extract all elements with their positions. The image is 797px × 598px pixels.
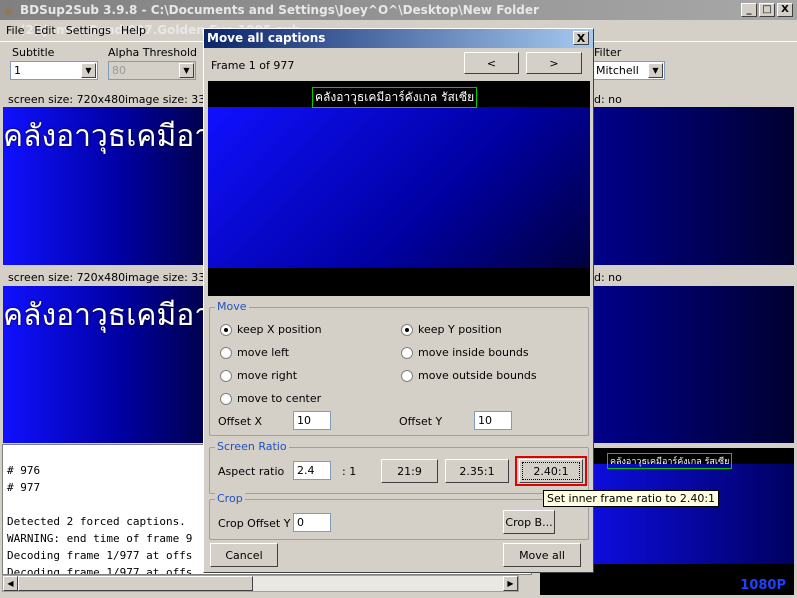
screen-ratio-group: Screen Ratio Aspect ratio 2.4 : 1 21:9 2… <box>209 440 589 494</box>
dialog-preview: คลังอาวุธเคมีอาร์คังเกล รัสเซีย <box>208 81 590 296</box>
menu-help[interactable]: Help <box>121 24 146 37</box>
subtitle-value: 1 <box>14 64 21 77</box>
dialog-close-button[interactable]: X <box>573 31 589 45</box>
radio-dot[interactable] <box>401 346 413 359</box>
radio-dot[interactable] <box>220 369 232 382</box>
horizontal-scrollbar[interactable]: ◀ ▶ <box>2 575 519 592</box>
previous-frame-button[interactable]: < <box>464 52 519 74</box>
aspect-ratio-label: Aspect ratio <box>218 465 285 478</box>
dialog-title: Move all captions <box>204 29 593 48</box>
filter-value: Mitchell <box>596 64 639 77</box>
radio-label: move to center <box>237 392 322 405</box>
target-preview: คลังอาวุธเคมีอาร์ค <box>3 286 203 443</box>
menu-file[interactable]: File <box>6 24 24 37</box>
cancel-button[interactable]: Cancel <box>210 543 278 567</box>
radio-dot[interactable] <box>401 369 413 382</box>
radio-keep-y[interactable]: keep Y position <box>401 323 502 336</box>
source-preview: คลังอาวุธเคมีอาร์ค <box>3 107 203 265</box>
filter-combo[interactable]: Mitchell ▼ <box>592 61 665 80</box>
alpha-label: Alpha Threshold <box>108 46 197 59</box>
radio-move-outside[interactable]: move outside bounds <box>401 369 537 382</box>
maximize-button[interactable]: □ <box>759 3 775 17</box>
close-button[interactable]: X <box>777 3 793 17</box>
menu-edit[interactable]: Edit <box>34 24 55 37</box>
move-group: Move keep X position move left move righ… <box>209 300 589 436</box>
next-frame-button[interactable]: > <box>526 52 582 74</box>
ratio-2-40-button[interactable]: 2.40:1 <box>519 459 583 483</box>
subtitle-combo[interactable]: 1 ▼ <box>10 61 98 80</box>
aspect-ratio-input[interactable]: 2.4 <box>293 461 331 480</box>
forced-2: d: no <box>594 271 622 284</box>
ratio-21-9-button[interactable]: 21:9 <box>381 459 438 483</box>
minimize-button[interactable]: _ <box>741 3 757 17</box>
offset-y-label: Offset Y <box>399 415 443 428</box>
alpha-combo[interactable]: 80 ▼ <box>108 61 196 80</box>
crop-offset-input[interactable]: 0 <box>293 513 331 532</box>
crop-group: Crop Crop Offset Y 0 Crop B... <box>209 492 589 540</box>
radio-move-left[interactable]: move left <box>220 346 289 359</box>
radio-label: keep Y position <box>418 323 502 336</box>
radio-move-right[interactable]: move right <box>220 369 297 382</box>
radio-move-center[interactable]: move to center <box>220 392 321 405</box>
radio-move-inside[interactable]: move inside bounds <box>401 346 529 359</box>
target-preview-right <box>593 286 794 443</box>
forced-1: d: no <box>594 93 622 106</box>
scrollbar-thumb[interactable] <box>18 576 253 591</box>
radio-label: move inside bounds <box>418 346 529 359</box>
screen-size-1: screen size: 720x480 <box>8 93 126 106</box>
caption-preview-text: คลังอาวุธเคมีอาร์ค <box>3 119 203 154</box>
screen-ratio-label: Screen Ratio <box>215 440 289 453</box>
scroll-left-button[interactable]: ◀ <box>3 576 18 591</box>
menu-bar: File Edit Settings Help <box>6 24 156 37</box>
offset-x-input[interactable]: 10 <box>293 411 331 430</box>
radio-label: move left <box>237 346 290 359</box>
radio-label: move right <box>237 369 298 382</box>
screen-size-2: screen size: 720x480 <box>8 271 126 284</box>
offset-y-input[interactable]: 10 <box>474 411 512 430</box>
frame-counter: Frame 1 of 977 <box>211 59 295 72</box>
alpha-value: 80 <box>112 64 126 77</box>
offset-x-label: Offset X <box>218 415 263 428</box>
move-all-button[interactable]: Move all <box>503 543 581 567</box>
subtitle-label: Subtitle <box>12 46 55 59</box>
radio-label: move outside bounds <box>418 369 537 382</box>
crop-offset-label: Crop Offset Y <box>218 517 291 530</box>
radio-keep-x[interactable]: keep X position <box>220 323 322 336</box>
radio-dot[interactable] <box>220 323 232 336</box>
radio-dot[interactable] <box>401 323 413 336</box>
chevron-down-icon[interactable]: ▼ <box>179 63 194 78</box>
crop-bars-button[interactable]: Crop B... <box>503 510 555 534</box>
output-caption: คลังอาวุธเคมีอาร์คังเกล รัสเซีย <box>607 453 733 469</box>
filter-label: Filter <box>594 46 622 59</box>
java-app-icon: ☕ <box>3 3 14 17</box>
watermark-logo: 1080P <box>740 578 786 593</box>
aspect-ratio-suffix: : 1 <box>342 465 357 478</box>
move-group-label: Move <box>215 300 249 313</box>
radio-dot[interactable] <box>220 392 232 405</box>
tooltip: Set inner frame ratio to 2.40:1 <box>543 490 720 507</box>
window-title: BDSup2Sub 3.9.8 - C:\Documents and Setti… <box>0 0 797 37</box>
dialog-caption: คลังอาวุธเคมีอาร์คังเกล รัสเซีย <box>312 87 478 108</box>
ratio-2-35-button[interactable]: 2.35:1 <box>445 459 509 483</box>
crop-group-label: Crop <box>215 492 245 505</box>
caption-preview-text: คลังอาวุธเคมีอาร์ค <box>3 298 203 333</box>
scroll-right-button[interactable]: ▶ <box>503 576 518 591</box>
menu-settings[interactable]: Settings <box>66 24 111 37</box>
chevron-down-icon[interactable]: ▼ <box>81 63 96 78</box>
radio-label: keep X position <box>237 323 322 336</box>
radio-dot[interactable] <box>220 346 232 359</box>
source-preview-right <box>593 107 794 265</box>
move-all-captions-dialog: Move all captions X Frame 1 of 977 < > ค… <box>203 28 594 573</box>
chevron-down-icon[interactable]: ▼ <box>648 63 663 78</box>
